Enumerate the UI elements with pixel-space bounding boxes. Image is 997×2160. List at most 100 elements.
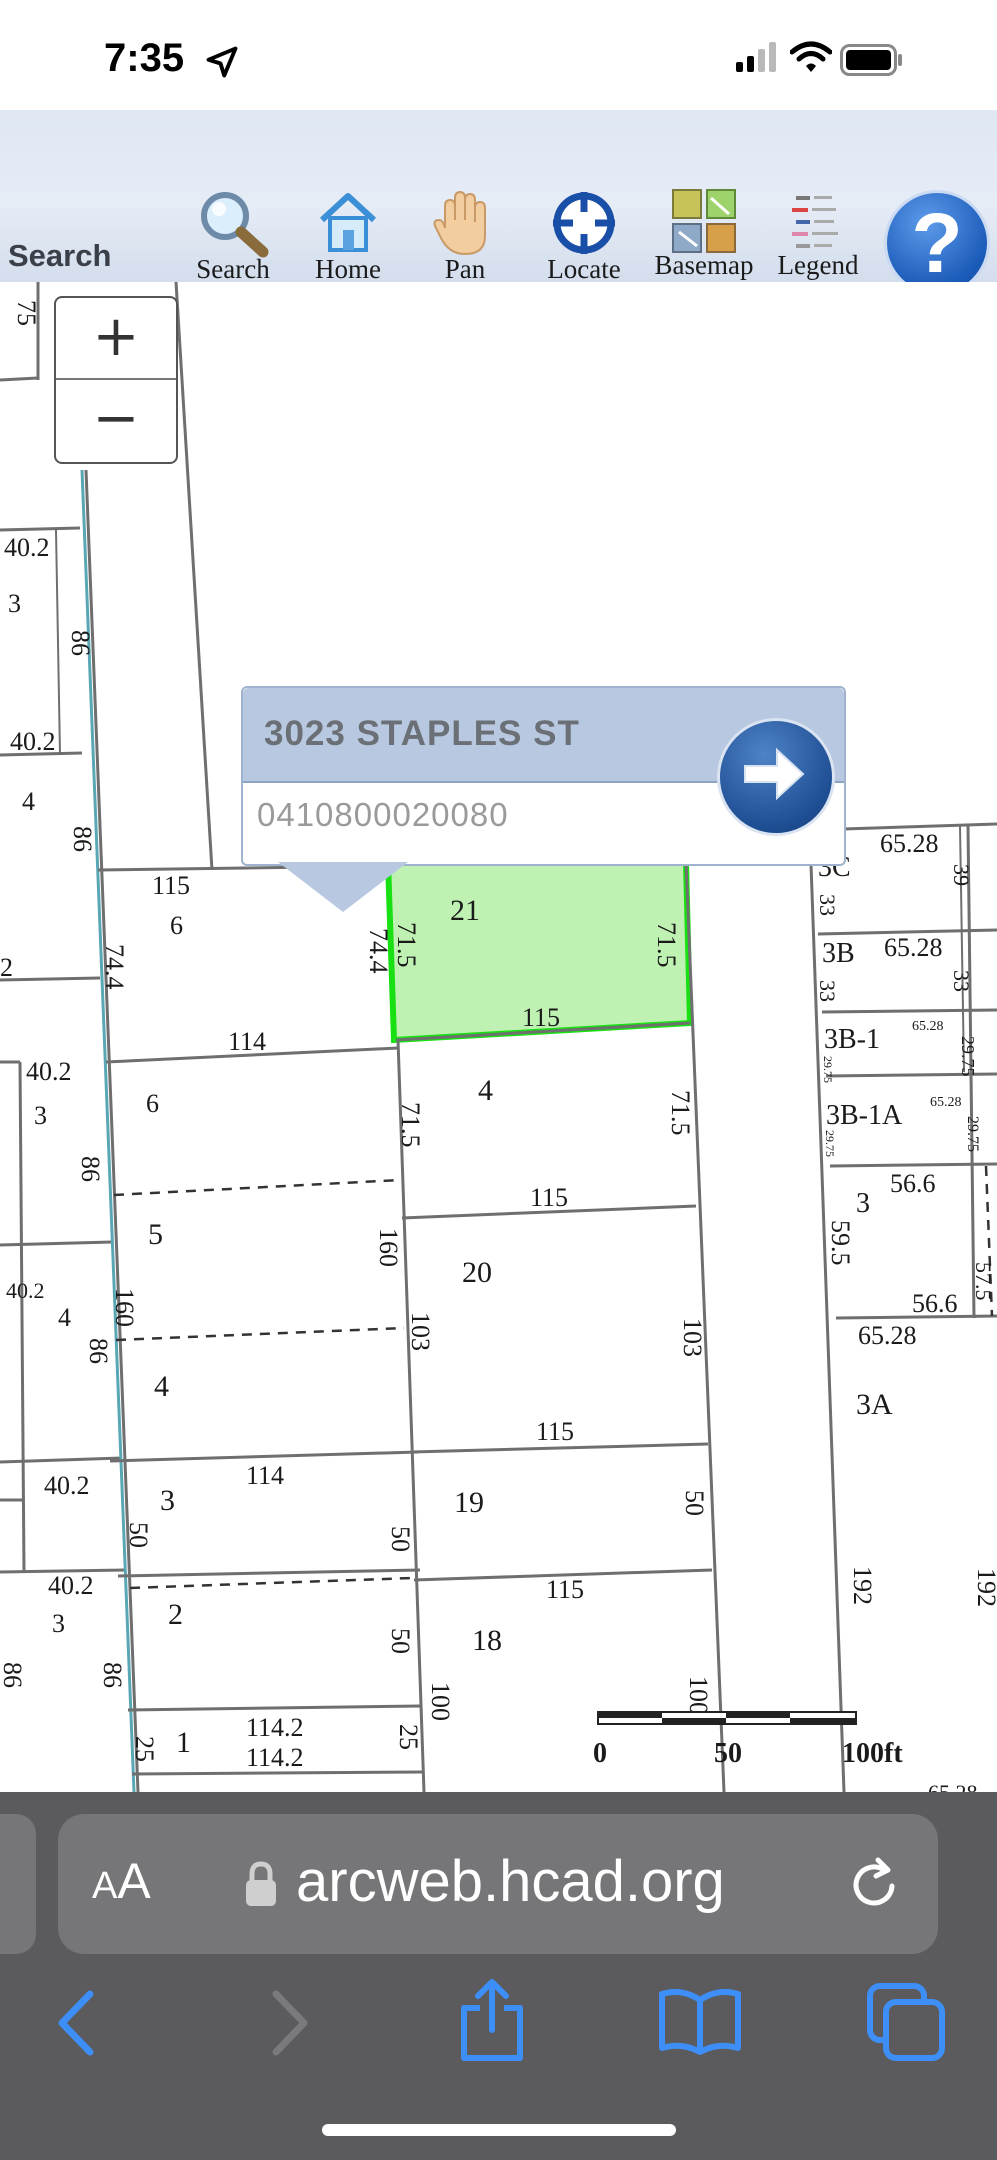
map-label: 40.2 bbox=[4, 533, 50, 562]
location-arrow-icon bbox=[206, 46, 238, 78]
text-size-button[interactable]: AA bbox=[92, 1852, 151, 1910]
map-label: 65.28 bbox=[930, 1095, 962, 1110]
battery-icon bbox=[840, 44, 902, 76]
map-label: 29.75 bbox=[821, 1056, 835, 1083]
map-label: 65.28 bbox=[880, 829, 939, 858]
basemap-grid-icon bbox=[672, 189, 736, 253]
map-label: 33 bbox=[949, 970, 974, 992]
bookmarks-icon[interactable] bbox=[658, 1986, 742, 2056]
map-label: 65.28 bbox=[912, 1019, 944, 1034]
arrow-right-icon bbox=[744, 747, 805, 801]
map-label: 86 bbox=[84, 1338, 113, 1364]
map-label: 50 bbox=[386, 1526, 415, 1552]
map-label: 160 bbox=[110, 1288, 139, 1327]
zoom-in-button[interactable]: + bbox=[56, 298, 176, 380]
status-time: 7:35 bbox=[104, 36, 185, 80]
map-label: 19 bbox=[454, 1486, 484, 1519]
legend-tool-button[interactable]: Legend bbox=[768, 188, 868, 281]
parcel-popup: 3023 STAPLES ST 0410800020080 bbox=[241, 686, 846, 866]
parcel-map[interactable]: 75 40.2 3 86 40.2 4 86 2 74.4 115 6 74.4… bbox=[0, 282, 997, 1792]
map-label: 114.2 bbox=[246, 1713, 304, 1742]
map-label: 21 bbox=[450, 894, 480, 927]
question-mark-icon: ? bbox=[911, 196, 963, 282]
previous-tab-preview[interactable] bbox=[0, 1814, 36, 1954]
map-label: 33 bbox=[815, 980, 840, 1002]
map-label: 115 bbox=[546, 1575, 584, 1604]
address-bar[interactable]: AA arcweb.hcad.org bbox=[58, 1814, 938, 1954]
map-label: 6 bbox=[146, 1089, 159, 1118]
share-icon[interactable] bbox=[456, 1978, 528, 2062]
pan-tool-button[interactable]: Pan bbox=[420, 188, 510, 282]
map-label: 192 bbox=[972, 1568, 997, 1607]
parcel-map-canvas[interactable]: 75 40.2 3 86 40.2 4 86 2 74.4 115 6 74.4… bbox=[0, 282, 997, 1792]
map-label: 3 bbox=[856, 1188, 870, 1219]
tabs-icon[interactable] bbox=[866, 1982, 946, 2062]
map-label: 4 bbox=[478, 1074, 493, 1107]
map-label: 65.28 bbox=[928, 1780, 978, 1792]
map-label: 40.2 bbox=[26, 1057, 72, 1086]
home-icon bbox=[319, 193, 377, 252]
magnifier-icon bbox=[201, 192, 269, 258]
map-label: 74.4 bbox=[100, 944, 129, 990]
basemap-tool-button[interactable]: Basemap bbox=[652, 188, 756, 281]
zoom-out-button[interactable]: − bbox=[56, 380, 176, 460]
map-label: 3 bbox=[34, 1101, 47, 1130]
map-label: 18 bbox=[472, 1624, 502, 1657]
home-tool-button[interactable]: Home bbox=[303, 188, 393, 282]
map-label: 57.5 bbox=[971, 1262, 996, 1301]
map-label: 2 bbox=[0, 953, 13, 982]
safari-toolbar: AA arcweb.hcad.org bbox=[0, 1792, 997, 2160]
cellular-signal-icon bbox=[736, 42, 776, 72]
search-tool-button[interactable]: Search bbox=[188, 188, 278, 282]
parcel-labels: 75 40.2 3 86 40.2 4 86 2 74.4 115 6 74.4… bbox=[0, 300, 997, 1792]
map-label: 59.5 bbox=[826, 1220, 855, 1266]
scale-label-zero: 0 bbox=[593, 1738, 607, 1769]
map-label: 3A bbox=[856, 1388, 893, 1421]
map-label: 3B bbox=[822, 938, 855, 969]
map-label: 40.2 bbox=[48, 1571, 94, 1600]
scale-label-mid: 50 bbox=[714, 1738, 742, 1769]
map-label: 115 bbox=[536, 1417, 574, 1446]
map-label: 103 bbox=[678, 1318, 707, 1357]
map-label: 3 bbox=[52, 1609, 65, 1638]
map-label: 4 bbox=[22, 787, 35, 816]
reload-icon[interactable] bbox=[846, 1856, 902, 1912]
map-label: 3 bbox=[8, 589, 21, 618]
locate-tool-button[interactable]: Locate bbox=[538, 188, 630, 282]
help-button[interactable]: ? bbox=[884, 190, 990, 282]
map-label: 29.75 bbox=[823, 1130, 837, 1157]
back-icon[interactable] bbox=[52, 1988, 102, 2058]
map-label: 74.4 bbox=[364, 928, 393, 974]
map-label: 71.5 bbox=[652, 922, 681, 968]
popup-account-number: 0410800020080 bbox=[257, 796, 509, 833]
map-label: 71.5 bbox=[666, 1090, 695, 1136]
map-label: 56.6 bbox=[890, 1169, 936, 1198]
map-label: 114 bbox=[228, 1027, 266, 1056]
forward-icon[interactable] bbox=[264, 1988, 314, 2058]
map-label: 50 bbox=[124, 1522, 153, 1548]
home-indicator[interactable] bbox=[322, 2124, 676, 2136]
map-label: 4 bbox=[154, 1370, 169, 1403]
map-label: 100 bbox=[426, 1682, 455, 1721]
map-label: 3B-1 bbox=[824, 1024, 880, 1055]
url-text: arcweb.hcad.org bbox=[296, 1849, 725, 1914]
map-label: 4 bbox=[58, 1303, 71, 1332]
map-label: 115 bbox=[530, 1183, 568, 1212]
map-label: 20 bbox=[462, 1256, 492, 1289]
popup-details-button[interactable] bbox=[717, 718, 835, 836]
map-label: 50 bbox=[386, 1628, 415, 1654]
map-label: 86 bbox=[0, 1662, 27, 1688]
map-label: 50 bbox=[680, 1490, 709, 1516]
zoom-control: + − bbox=[54, 296, 178, 464]
map-label: 40.2 bbox=[44, 1471, 90, 1500]
map-label: 29.75 bbox=[958, 1036, 978, 1077]
legend-list-icon bbox=[792, 196, 838, 248]
map-label: 25 bbox=[394, 1724, 423, 1750]
map-label: 103 bbox=[406, 1312, 435, 1351]
map-label: 33 bbox=[815, 894, 840, 916]
map-label: 71.5 bbox=[396, 1102, 425, 1148]
toolbar-title: Search bbox=[8, 238, 112, 273]
map-label: 2 bbox=[168, 1598, 183, 1631]
map-label: 65.28 bbox=[858, 1321, 917, 1350]
map-label: 29.75 bbox=[964, 1116, 981, 1152]
